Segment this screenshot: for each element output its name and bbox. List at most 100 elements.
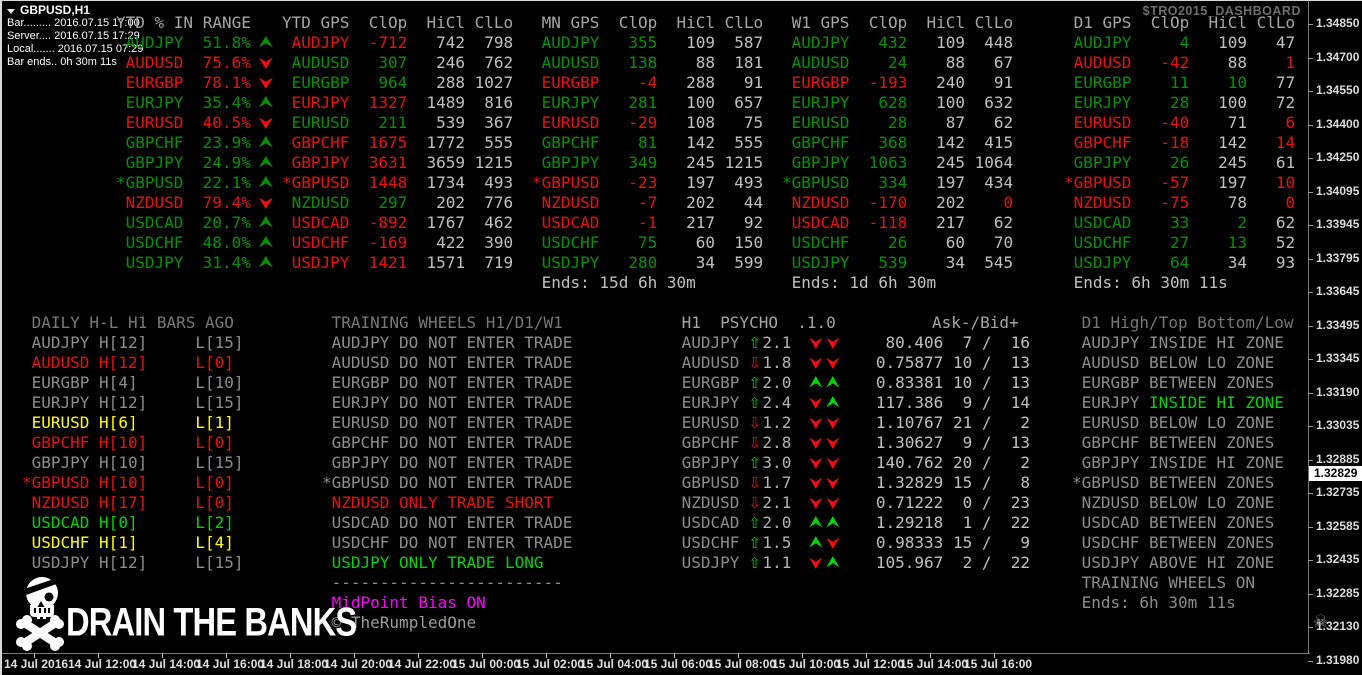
high-bars-ago: H[17] bbox=[99, 493, 195, 513]
down-chevron-icon bbox=[809, 416, 822, 429]
ask-count: 21 bbox=[943, 413, 972, 433]
table-row: GBPCHF23.9% bbox=[116, 133, 273, 153]
up-chevron-icon bbox=[826, 376, 839, 389]
hicl-value: 88 bbox=[1189, 53, 1247, 73]
low-bars-ago: L[15] bbox=[195, 453, 243, 473]
pair-label: EURJPY bbox=[116, 93, 183, 113]
pair-label: NZDUSD bbox=[322, 493, 389, 513]
price-label: 1.32585 bbox=[1316, 519, 1359, 533]
range-pct-value: 20.7% bbox=[183, 213, 250, 233]
price-label: 1.33035 bbox=[1316, 418, 1359, 432]
table-row: *GBPUSD-23197493 bbox=[532, 173, 763, 193]
range-pct-value: 22.1% bbox=[183, 173, 250, 193]
bid-count: 22 bbox=[1001, 513, 1030, 533]
hicl-value: 100 bbox=[657, 93, 715, 113]
ask-count: 7 bbox=[943, 333, 972, 353]
table-row: AUDUSD307246762 bbox=[282, 53, 513, 73]
cllo-value: 72 bbox=[1247, 93, 1295, 113]
chart-dropdown-icon[interactable] bbox=[7, 9, 15, 14]
pair-label: USDCAD bbox=[782, 213, 849, 233]
trade-advice: DO NOT ENTER TRADE bbox=[399, 433, 572, 453]
table-row: AUDUSD13888181 bbox=[532, 53, 763, 73]
pair-label: EURUSD bbox=[1072, 413, 1139, 433]
psycho-value: 2.8 bbox=[762, 433, 791, 453]
table-row: USDCAD-8921767462 bbox=[282, 213, 513, 233]
high-bars-ago: H[12] bbox=[99, 553, 195, 573]
low-bars-ago: L[15] bbox=[195, 553, 243, 573]
down-chevron-icon bbox=[826, 496, 839, 509]
table-row: EURUSDDO NOT ENTER TRADE bbox=[322, 413, 572, 433]
time-label: 15 Jul 02:00 bbox=[516, 657, 584, 671]
pair-label: EURUSD bbox=[322, 413, 389, 433]
table-row: NZDUSD79.4% bbox=[116, 193, 273, 213]
pair-label: USDCHF bbox=[1064, 233, 1131, 253]
pair-label: *GBPUSD bbox=[116, 173, 183, 193]
table-row: AUDJPY410947 bbox=[1064, 33, 1295, 53]
bid-count: 9 bbox=[1001, 533, 1030, 553]
ask-bid-separator: / bbox=[972, 353, 1001, 373]
bid-count: 13 bbox=[1001, 433, 1030, 453]
psycho-value: 3.0 bbox=[762, 453, 791, 473]
pair-label: EURGBP bbox=[672, 373, 739, 393]
table-row: AUDJPY355109587 bbox=[532, 33, 763, 53]
hicl-value: 60 bbox=[907, 233, 965, 253]
hicl-value: 100 bbox=[907, 93, 965, 113]
zone-status: BETWEEN ZONES bbox=[1149, 473, 1274, 493]
price-axis-separator bbox=[1308, 1, 1309, 654]
price-label: 1.34700 bbox=[1316, 50, 1359, 64]
price-tick bbox=[1308, 292, 1313, 293]
table-row: USDCAD20.7% bbox=[116, 213, 273, 233]
ask-bid-separator: / bbox=[972, 393, 1001, 413]
clop-value: 26 bbox=[849, 233, 907, 253]
hicl-value: 109 bbox=[657, 33, 715, 53]
hicl-value: 422 bbox=[407, 233, 465, 253]
down-block-arrow-icon: ⇩ bbox=[748, 413, 762, 433]
hicl-value: 1734 bbox=[407, 173, 465, 193]
pair-label: GBPJPY bbox=[1072, 453, 1139, 473]
up-block-arrow-icon: ⇧ bbox=[748, 513, 762, 533]
zone-status: BETWEEN ZONES bbox=[1149, 433, 1274, 453]
table-row: NZDUSD-75780 bbox=[1064, 193, 1295, 213]
cllo-value: 62 bbox=[1247, 213, 1295, 233]
pair-label: EURGBP bbox=[782, 73, 849, 93]
table-row: GBPCHFH[10]L[0] bbox=[22, 433, 244, 453]
cllo-value: 52 bbox=[1247, 233, 1295, 253]
cllo-value: 762 bbox=[465, 53, 513, 73]
clop-value: 281 bbox=[599, 93, 657, 113]
pair-label: GBPCHF bbox=[282, 133, 349, 153]
price-label: 1.34250 bbox=[1316, 150, 1359, 164]
pair-label: GBPCHF bbox=[1064, 133, 1131, 153]
hicl-value: 142 bbox=[1189, 133, 1247, 153]
pair-label: GBPJPY bbox=[672, 453, 739, 473]
pair-label: EURJPY bbox=[532, 93, 599, 113]
down-block-arrow-icon: ⇩ bbox=[748, 433, 762, 453]
up-block-arrow-icon: ⇧ bbox=[748, 373, 762, 393]
trade-advice: DO NOT ENTER TRADE bbox=[399, 393, 572, 413]
trade-advice: ONLY TRADE SHORT bbox=[399, 493, 553, 513]
table-row: EURGBP⇧2.00.8338110 / 13 bbox=[672, 373, 1030, 393]
table-row: NZDUSD297202776 bbox=[282, 193, 513, 213]
psycho-value: 1.7 bbox=[762, 473, 791, 493]
price-label: 1.33945 bbox=[1316, 217, 1359, 231]
pair-label: EURUSD bbox=[1064, 113, 1131, 133]
time-label: 14 Jul 16:00 bbox=[196, 657, 264, 671]
bid-count: 2 bbox=[1001, 453, 1030, 473]
pair-price: 140.762 bbox=[857, 453, 943, 473]
price-label: 1.34550 bbox=[1316, 83, 1359, 97]
hicl-value: 71 bbox=[1189, 113, 1247, 133]
pair-label: USDCAD bbox=[1072, 513, 1139, 533]
table-row: EURJPY2810072 bbox=[1064, 93, 1295, 113]
clop-value: 64 bbox=[1131, 253, 1189, 273]
down-chevron-icon bbox=[826, 336, 839, 349]
price-label: 1.33190 bbox=[1316, 385, 1359, 399]
hicl-value: 245 bbox=[1189, 153, 1247, 173]
zones-footer-line: TRAINING WHEELS ON bbox=[1072, 573, 1255, 593]
pair-label: AUDJPY bbox=[282, 33, 349, 53]
column-header: ClLo bbox=[465, 13, 513, 33]
price-label: 1.34850 bbox=[1316, 16, 1359, 30]
table-row: EURUSD-2910875 bbox=[532, 113, 763, 133]
up-chevron-icon bbox=[809, 376, 822, 389]
down-chevron-icon bbox=[809, 476, 822, 489]
pair-label: AUDUSD bbox=[1072, 353, 1139, 373]
pair-label: USDJPY bbox=[532, 253, 599, 273]
